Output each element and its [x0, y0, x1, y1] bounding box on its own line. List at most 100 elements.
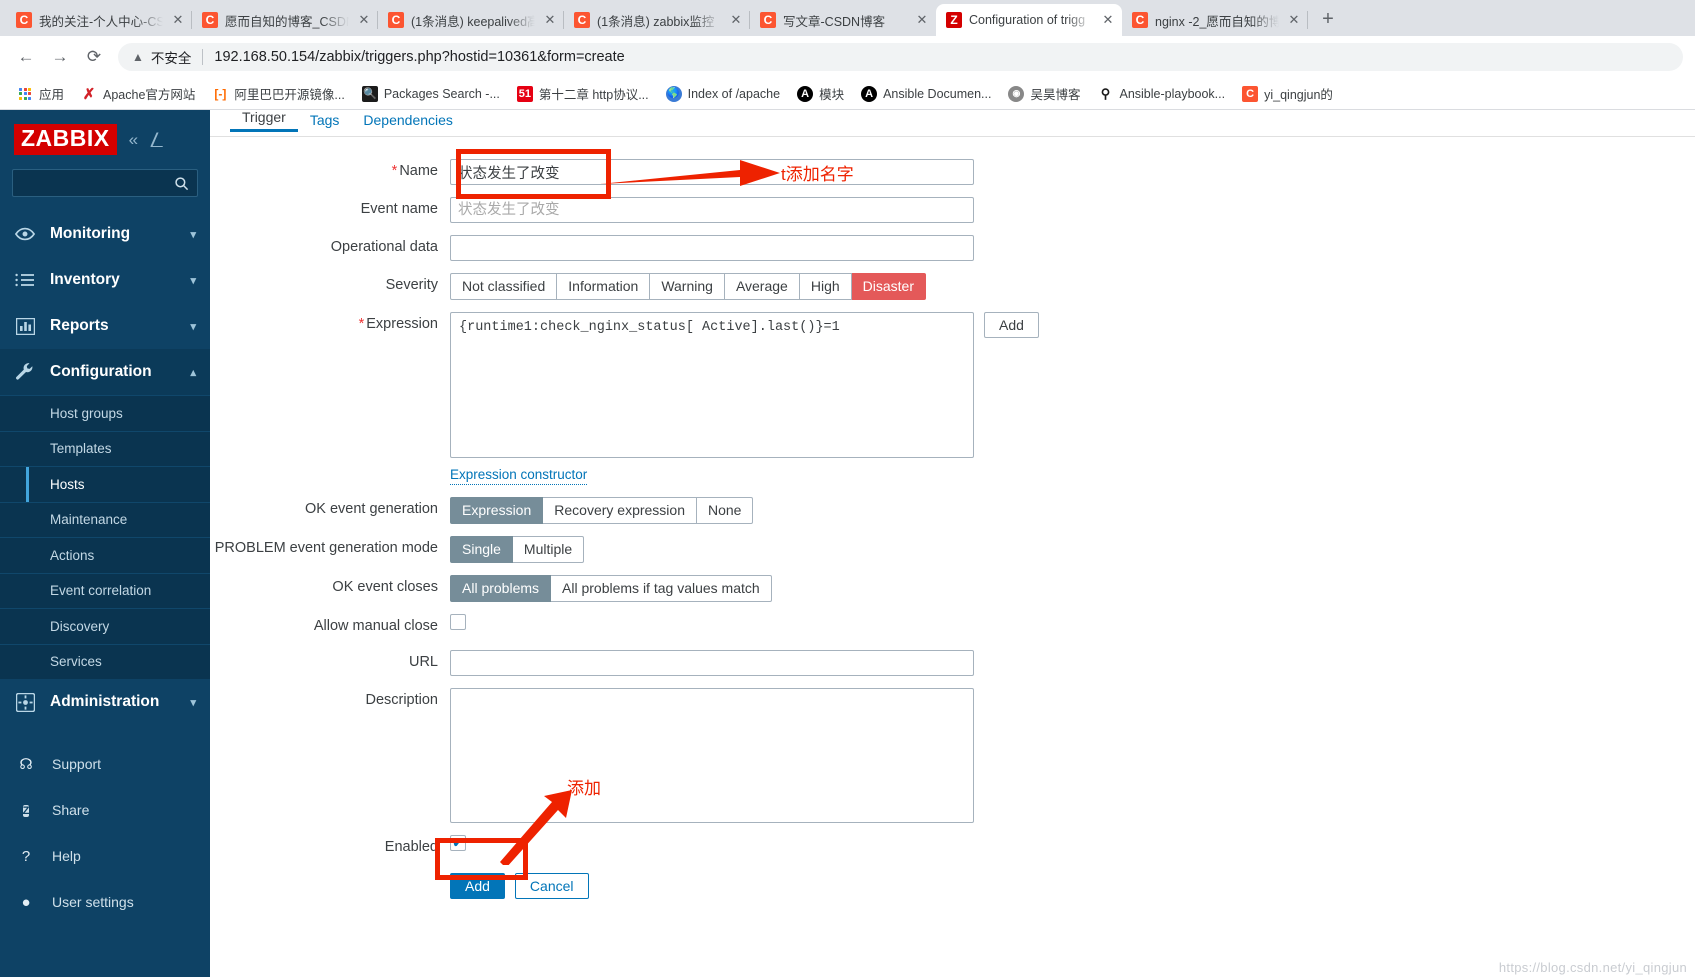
bookmark-wuhao-blog[interactable]: ◉ 吴昊博客: [1001, 81, 1087, 106]
description-textarea[interactable]: [450, 688, 974, 824]
bookmark-apps[interactable]: 应用: [10, 81, 71, 106]
new-tab-button[interactable]: +: [1314, 6, 1342, 34]
chevron-double-left-icon[interactable]: «: [129, 130, 138, 150]
sidebar-item-monitoring[interactable]: Monitoring ▾: [0, 211, 210, 257]
tab-title: 愿而自知的博客_CSDN: [225, 14, 349, 29]
tab-dependencies[interactable]: Dependencies: [351, 112, 465, 132]
expression-textarea[interactable]: {runtime1:check_nginx_status[ Active].la…: [450, 312, 974, 459]
severity-segmented-control: Not classified Information Warning Avera…: [450, 273, 926, 300]
browser-tab[interactable]: C 愿而自知的博客_CSDN ✕: [192, 4, 378, 36]
sidebar-item-support[interactable]: ☊ Support: [0, 741, 210, 787]
severity-option-not-classified[interactable]: Not classified: [450, 273, 558, 300]
bookmark-yiqingjun[interactable]: C yi_qingjun的: [1235, 81, 1340, 106]
operational-data-input[interactable]: [450, 235, 974, 261]
bookmark-51cto[interactable]: 51 第十二章 http协议...: [510, 81, 656, 106]
expression-add-button[interactable]: Add: [984, 312, 1039, 338]
sidebar-item-templates[interactable]: Templates: [0, 430, 210, 467]
cancel-button[interactable]: Cancel: [514, 873, 589, 900]
close-icon[interactable]: ✕: [542, 12, 558, 28]
sidebar-item-user-settings[interactable]: ● User settings: [0, 879, 210, 925]
back-icon[interactable]: ←: [12, 43, 40, 71]
ok-event-generation-option-none[interactable]: None: [697, 497, 754, 525]
close-icon[interactable]: ✕: [170, 12, 186, 28]
label-ok-event-closes: OK event closes: [332, 579, 438, 596]
close-icon[interactable]: ✕: [728, 12, 744, 28]
sidebar-item-help[interactable]: ? Help: [0, 833, 210, 879]
browser-tab[interactable]: C nginx -2_愿而自知的博 ✕: [1122, 4, 1308, 36]
zabbix-logo[interactable]: ZABBIX: [14, 124, 117, 155]
sidebar-item-label: Reports: [50, 317, 109, 334]
severity-option-information[interactable]: Information: [557, 273, 651, 300]
address-bar[interactable]: ▲ 不安全 192.168.50.154/zabbix/triggers.php…: [118, 43, 1683, 71]
reload-icon[interactable]: ⟳: [80, 43, 108, 71]
bookmark-modules[interactable]: A 模块: [790, 81, 851, 106]
bookmark-label: 应用: [39, 88, 65, 102]
enabled-checkbox[interactable]: ✔: [450, 835, 466, 852]
omnibox-divider: [202, 49, 204, 65]
expression-constructor-link[interactable]: Expression constructor: [450, 466, 588, 486]
severity-option-average[interactable]: Average: [724, 273, 800, 300]
bookmark-aliyun[interactable]: [-] 阿里巴巴开源镜像...: [205, 81, 351, 106]
expand-icon[interactable]: ⎳: [150, 131, 163, 148]
bookmark-label: 吴昊博客: [1030, 88, 1081, 102]
ok-event-closes-option-all-problems[interactable]: All problems: [450, 575, 552, 603]
form-action-buttons: Add Cancel: [210, 873, 1695, 900]
ok-event-generation-option-expression[interactable]: Expression: [450, 497, 544, 525]
close-icon[interactable]: ✕: [356, 12, 372, 28]
sidebar-item-administration[interactable]: Administration ▾: [0, 679, 210, 725]
browser-tab[interactable]: C 我的关注-个人中心-CSDN ✕: [6, 4, 192, 36]
ok-event-generation-option-recovery-expression[interactable]: Recovery expression: [543, 497, 697, 525]
field-row-expression-constructor: Expression constructor: [210, 466, 1695, 486]
tab-tags[interactable]: Tags: [298, 112, 352, 132]
browser-tab[interactable]: C 写文章-CSDN博客 ✕: [750, 4, 936, 36]
browser-tab[interactable]: C (1条消息) keepalived高 ✕: [378, 4, 564, 36]
bookmark-index-apache[interactable]: 🌎 Index of /apache: [659, 83, 787, 105]
url-input[interactable]: [450, 650, 974, 677]
bookmark-packages-search[interactable]: 🔍 Packages Search -...: [355, 83, 507, 105]
severity-option-warning[interactable]: Warning: [650, 273, 725, 300]
allow-manual-close-checkbox[interactable]: [450, 614, 466, 631]
problem-event-mode-option-single[interactable]: Single: [450, 536, 513, 564]
field-row-description: Description: [210, 688, 1695, 824]
problem-event-mode-segmented-control: Single Multiple: [450, 536, 585, 564]
tab-title: 我的关注-个人中心-CSDN: [39, 14, 163, 29]
close-icon[interactable]: ✕: [1100, 12, 1116, 28]
csdn-icon: C: [388, 12, 404, 28]
csdn-icon: C: [1132, 12, 1148, 28]
ok-event-closes-option-tag-values-match[interactable]: All problems if tag values match: [551, 575, 772, 603]
close-icon[interactable]: ✕: [914, 12, 930, 28]
browser-tab[interactable]: C (1条消息) zabbix监控 ✕: [564, 4, 750, 36]
sidebar-item-actions[interactable]: Actions: [0, 537, 210, 573]
bookmark-ansible-docs[interactable]: A Ansible Documen...: [854, 83, 998, 105]
sidebar-item-event-correlation[interactable]: Event correlation: [0, 572, 210, 609]
sidebar-item-inventory[interactable]: Inventory ▾: [0, 257, 210, 303]
sidebar-subitem-label: Services: [50, 654, 102, 670]
severity-option-disaster[interactable]: Disaster: [851, 273, 926, 300]
event-name-input[interactable]: [450, 197, 974, 223]
sidebar-search-input[interactable]: [12, 169, 198, 197]
close-icon[interactable]: ✕: [1286, 12, 1302, 28]
problem-event-mode-option-multiple[interactable]: Multiple: [512, 536, 585, 564]
browser-tab-active[interactable]: Z Configuration of trigg ✕: [936, 4, 1122, 36]
sidebar-item-maintenance[interactable]: Maintenance: [0, 501, 210, 538]
tab-trigger[interactable]: Trigger: [230, 110, 298, 132]
tab-title: Configuration of trigg: [969, 13, 1086, 27]
forward-icon[interactable]: →: [46, 43, 74, 71]
sidebar-item-configuration[interactable]: Configuration ▴: [0, 349, 210, 395]
bookmark-label: 阿里巴巴开源镜像...: [234, 88, 345, 102]
severity-option-high[interactable]: High: [799, 273, 852, 300]
name-input[interactable]: [450, 159, 974, 185]
chevron-down-icon: ▾: [190, 228, 196, 241]
field-row-problem-event-generation-mode: PROBLEM event generation mode Single Mul…: [210, 536, 1695, 564]
add-button[interactable]: Add: [450, 873, 505, 900]
ansible-icon: A: [861, 85, 878, 102]
sidebar-item-share[interactable]: Z Share: [0, 787, 210, 833]
sidebar-item-reports[interactable]: Reports ▾: [0, 303, 210, 349]
sidebar-item-discovery[interactable]: Discovery: [0, 608, 210, 644]
bookmark-apache[interactable]: ✗ Apache官方网站: [74, 81, 202, 106]
label-expression: * Expression: [358, 316, 438, 332]
sidebar-item-hosts[interactable]: Hosts: [0, 466, 210, 502]
sidebar-item-host-groups[interactable]: Host groups: [0, 395, 210, 431]
sidebar-item-services[interactable]: Services: [0, 643, 210, 680]
bookmark-ansible-playbook[interactable]: ⚲ Ansible-playbook...: [1090, 83, 1232, 105]
